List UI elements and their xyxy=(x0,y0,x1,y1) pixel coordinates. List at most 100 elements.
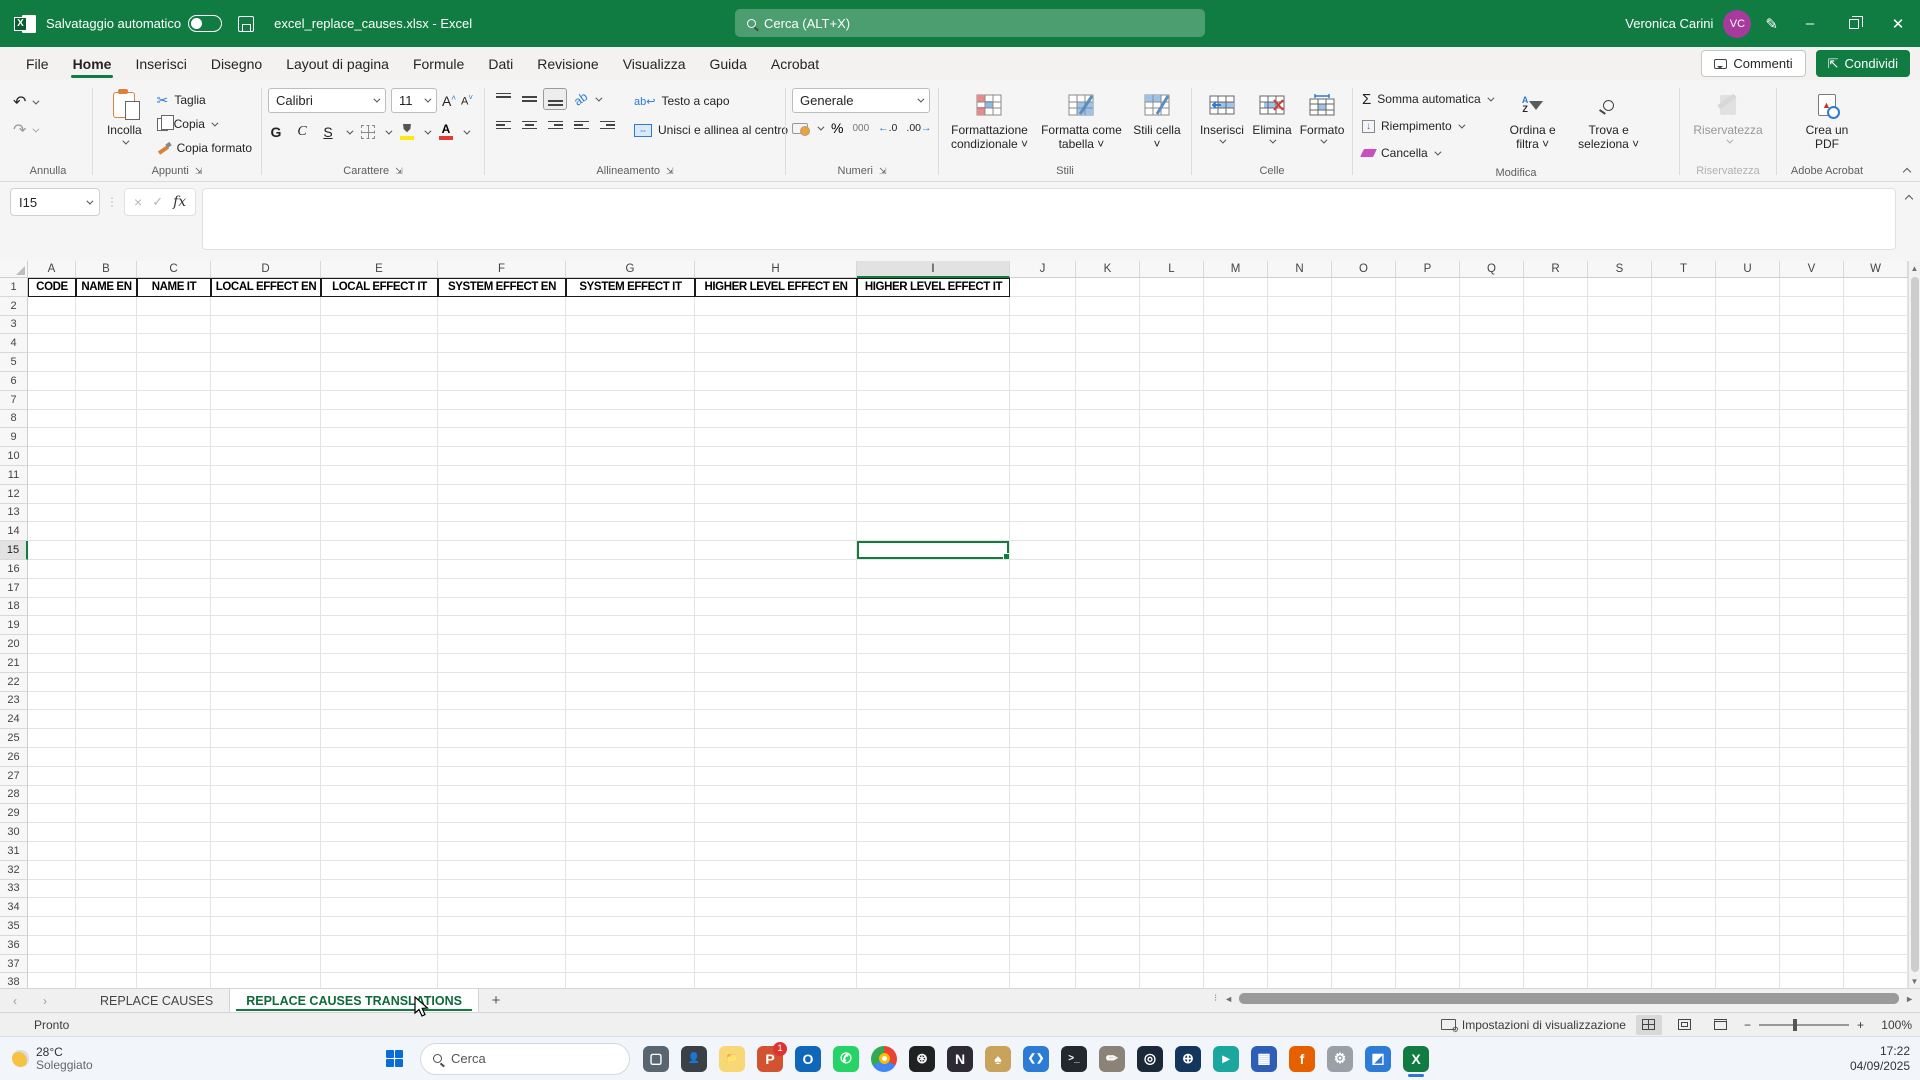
cell-W38[interactable] xyxy=(1844,973,1908,988)
cell-R27[interactable] xyxy=(1524,766,1588,786)
cell-P13[interactable] xyxy=(1396,503,1460,523)
cell-M5[interactable] xyxy=(1204,353,1268,372)
cell-G38[interactable] xyxy=(566,973,695,988)
page-break-view-button[interactable] xyxy=(1708,1015,1734,1035)
cell-V5[interactable] xyxy=(1780,353,1844,372)
cell-I7[interactable] xyxy=(857,390,1010,410)
cell-A29[interactable] xyxy=(28,804,76,824)
cell-R13[interactable] xyxy=(1524,503,1588,523)
cell-C20[interactable] xyxy=(137,635,211,654)
taskbar-icon-gimp[interactable]: ✏ xyxy=(1093,1040,1131,1078)
cell-O34[interactable] xyxy=(1332,898,1396,918)
cell-M37[interactable] xyxy=(1204,954,1268,974)
create-pdf-button[interactable]: Crea un PDF xyxy=(1792,86,1862,151)
insert-function-icon[interactable]: fx xyxy=(173,194,186,210)
cell-A7[interactable] xyxy=(28,390,76,410)
cell-E36[interactable] xyxy=(321,935,438,955)
cell-C22[interactable] xyxy=(137,672,211,692)
cell-F16[interactable] xyxy=(438,559,566,579)
cell-B20[interactable] xyxy=(76,635,137,654)
cell-B9[interactable] xyxy=(76,428,137,448)
cell-I4[interactable] xyxy=(857,334,1010,354)
cell-W2[interactable] xyxy=(1844,296,1908,316)
cell-A33[interactable] xyxy=(28,879,76,899)
cell-I8[interactable] xyxy=(857,409,1010,429)
cell-A12[interactable] xyxy=(28,484,76,504)
cell-M23[interactable] xyxy=(1204,691,1268,711)
cell-I36[interactable] xyxy=(857,935,1010,955)
cell-D1[interactable]: LOCAL EFFECT EN xyxy=(211,278,321,297)
cell-C15[interactable] xyxy=(137,541,211,560)
cell-O35[interactable] xyxy=(1332,917,1396,936)
cell-Q29[interactable] xyxy=(1460,804,1524,824)
cell-O2[interactable] xyxy=(1332,296,1396,316)
cell-G14[interactable] xyxy=(566,522,695,542)
cell-L38[interactable] xyxy=(1140,973,1204,988)
cell-B1[interactable]: NAME EN xyxy=(76,278,137,297)
cell-N21[interactable] xyxy=(1268,653,1332,673)
cell-I35[interactable] xyxy=(857,917,1010,936)
cell-G36[interactable] xyxy=(566,935,695,955)
cell-C7[interactable] xyxy=(137,390,211,410)
cell-I14[interactable] xyxy=(857,522,1010,542)
cell-J21[interactable] xyxy=(1010,653,1076,673)
cell-N4[interactable] xyxy=(1268,334,1332,354)
cell-S22[interactable] xyxy=(1588,672,1652,692)
cell-W30[interactable] xyxy=(1844,823,1908,842)
cell-I15[interactable] xyxy=(857,541,1010,560)
cell-A15[interactable] xyxy=(28,541,76,560)
cell-A36[interactable] xyxy=(28,935,76,955)
cell-E17[interactable] xyxy=(321,578,438,598)
cell-D27[interactable] xyxy=(211,766,321,786)
cell-V30[interactable] xyxy=(1780,823,1844,842)
cell-J34[interactable] xyxy=(1010,898,1076,918)
cell-W22[interactable] xyxy=(1844,672,1908,692)
row-header-4[interactable]: 4 xyxy=(0,334,28,354)
cell-C16[interactable] xyxy=(137,559,211,579)
cell-P25[interactable] xyxy=(1396,729,1460,748)
cell-W32[interactable] xyxy=(1844,860,1908,880)
cell-L16[interactable] xyxy=(1140,559,1204,579)
cell-O17[interactable] xyxy=(1332,578,1396,598)
column-header-J[interactable]: J xyxy=(1010,261,1076,278)
cell-G16[interactable] xyxy=(566,559,695,579)
borders-icon[interactable] xyxy=(361,125,375,139)
cell-G31[interactable] xyxy=(566,841,695,861)
cell-W18[interactable] xyxy=(1844,597,1908,617)
taskbar-icon-powerpoint[interactable]: P1 xyxy=(751,1040,789,1078)
cell-G28[interactable] xyxy=(566,785,695,805)
cell-K8[interactable] xyxy=(1076,409,1140,429)
cell-W33[interactable] xyxy=(1844,879,1908,899)
cell-R37[interactable] xyxy=(1524,954,1588,974)
cell-S16[interactable] xyxy=(1588,559,1652,579)
cell-T34[interactable] xyxy=(1652,898,1716,918)
cell-I11[interactable] xyxy=(857,465,1010,485)
cell-G6[interactable] xyxy=(566,371,695,391)
cell-F9[interactable] xyxy=(438,428,566,448)
cell-H13[interactable] xyxy=(695,503,857,523)
cell-J37[interactable] xyxy=(1010,954,1076,974)
restore-button[interactable] xyxy=(1832,0,1876,47)
decrease-decimal-button[interactable]: ←.0 xyxy=(878,122,897,134)
cell-E29[interactable] xyxy=(321,804,438,824)
cell-M14[interactable] xyxy=(1204,522,1268,542)
cell-A9[interactable] xyxy=(28,428,76,448)
cell-T11[interactable] xyxy=(1652,465,1716,485)
cell-B31[interactable] xyxy=(76,841,137,861)
cell-F19[interactable] xyxy=(438,616,566,636)
cell-M31[interactable] xyxy=(1204,841,1268,861)
cell-V6[interactable] xyxy=(1780,371,1844,391)
cell-W8[interactable] xyxy=(1844,409,1908,429)
cell-U30[interactable] xyxy=(1716,823,1780,842)
cell-B28[interactable] xyxy=(76,785,137,805)
increase-font-icon[interactable]: A˄ xyxy=(442,93,456,109)
cell-F14[interactable] xyxy=(438,522,566,542)
cell-S10[interactable] xyxy=(1588,447,1652,466)
cell-C2[interactable] xyxy=(137,296,211,316)
autosave-control[interactable]: Salvataggio automatico xyxy=(46,15,223,32)
cell-C14[interactable] xyxy=(137,522,211,542)
cell-N9[interactable] xyxy=(1268,428,1332,448)
cell-B26[interactable] xyxy=(76,747,137,767)
row-header-37[interactable]: 37 xyxy=(0,954,28,974)
align-left-icon[interactable] xyxy=(491,114,515,136)
